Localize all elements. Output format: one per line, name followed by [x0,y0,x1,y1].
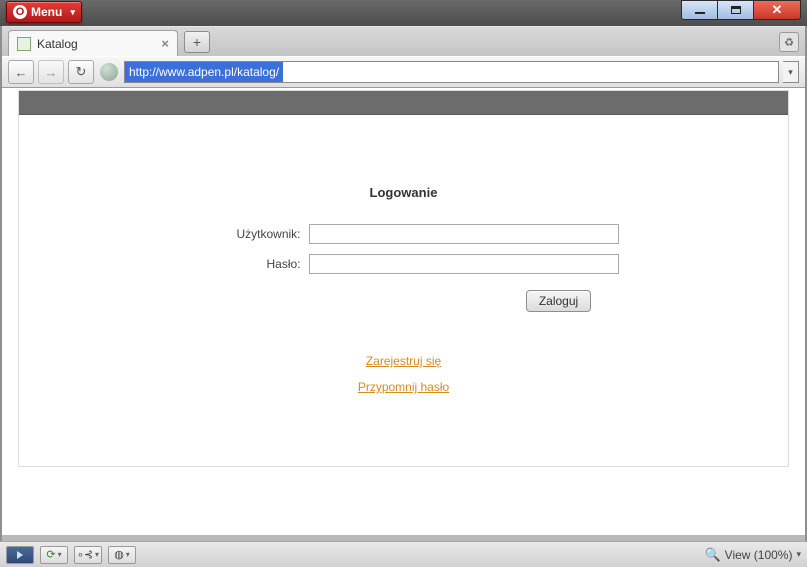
recycle-icon: ♻ [784,36,794,49]
address-toolbar: ← → ↻ http://www.adpen.pl/katalog/ ▾ [0,56,807,88]
window-maximize-button[interactable] [717,0,753,20]
favicon-icon [17,37,31,51]
arrow-right-icon: → [45,65,58,80]
password-input[interactable] [309,254,619,274]
chevron-down-icon: ▾ [58,550,62,559]
zoom-label: View (100%) [725,548,793,562]
login-form: Logowanie Użytkownik: Hasło: Zaloguj Zar… [19,115,788,466]
address-text: http://www.adpen.pl/katalog/ [125,62,283,82]
window-titlebar: O Menu ▾ ✕ [0,0,807,26]
chevron-down-icon: ▾ [126,550,130,559]
globe-small-icon: ◍ [114,548,124,561]
page-viewport: Logowanie Użytkownik: Hasło: Zaloguj Zar… [2,88,805,535]
submit-row: Zaloguj [19,290,788,312]
page-header-bar [19,91,788,115]
username-row: Użytkownik: [19,224,788,244]
login-button[interactable]: Zaloguj [526,290,591,312]
share-icon: ∘⊰ [77,548,93,561]
chevron-down-icon: ▾ [788,67,793,78]
window-controls: ✕ [681,0,801,20]
register-link[interactable]: Zarejestruj się [19,354,788,368]
username-input[interactable] [309,224,619,244]
address-input[interactable]: http://www.adpen.pl/katalog/ [124,61,779,83]
auth-links: Zarejestruj się Przypomnij hasło [19,354,788,394]
username-label: Użytkownik: [189,227,309,241]
opera-menu-button[interactable]: O Menu ▾ [6,1,82,23]
status-bar: ⟳▾ ∘⊰▾ ◍▾ 🔍 View (100%) ▾ [0,541,807,567]
tab-label: Katalog [37,37,78,51]
sync-button[interactable]: ⟳▾ [40,546,68,564]
window-minimize-button[interactable] [681,0,717,20]
globe-icon [100,63,118,81]
opera-logo-icon: O [13,5,27,19]
menu-label: Menu [31,5,62,19]
magnifier-icon: 🔍 [704,547,720,563]
reload-icon: ↻ [76,64,87,80]
play-icon [17,551,23,559]
panel-toggle-button[interactable] [6,546,34,564]
page-container: Logowanie Użytkownik: Hasło: Zaloguj Zar… [18,90,789,467]
sync-icon: ⟳ [46,548,55,561]
plus-icon: + [193,34,201,50]
extensions-button[interactable]: ◍▾ [108,546,136,564]
share-button[interactable]: ∘⊰▾ [74,546,102,564]
closed-tabs-button[interactable]: ♻ [779,32,799,52]
forward-button[interactable]: → [38,60,64,84]
reload-button[interactable]: ↻ [68,60,94,84]
close-tab-icon[interactable]: × [161,36,169,51]
tab-katalog[interactable]: Katalog × [8,30,178,56]
remind-password-link[interactable]: Przypomnij hasło [19,380,788,394]
new-tab-button[interactable]: + [184,31,210,53]
password-label: Hasło: [189,257,309,271]
chevron-down-icon: ▾ [70,7,75,18]
window-close-button[interactable]: ✕ [753,0,801,20]
tab-strip: Katalog × + ♻ [0,26,807,56]
chevron-down-icon: ▾ [796,549,801,560]
login-heading: Logowanie [19,185,788,200]
chevron-down-icon: ▾ [95,550,99,559]
zoom-control[interactable]: 🔍 View (100%) ▾ [704,547,801,563]
address-dropdown-button[interactable]: ▾ [783,61,799,83]
arrow-left-icon: ← [15,65,28,80]
password-row: Hasło: [19,254,788,274]
site-identity-icon[interactable] [98,60,120,84]
back-button[interactable]: ← [8,60,34,84]
